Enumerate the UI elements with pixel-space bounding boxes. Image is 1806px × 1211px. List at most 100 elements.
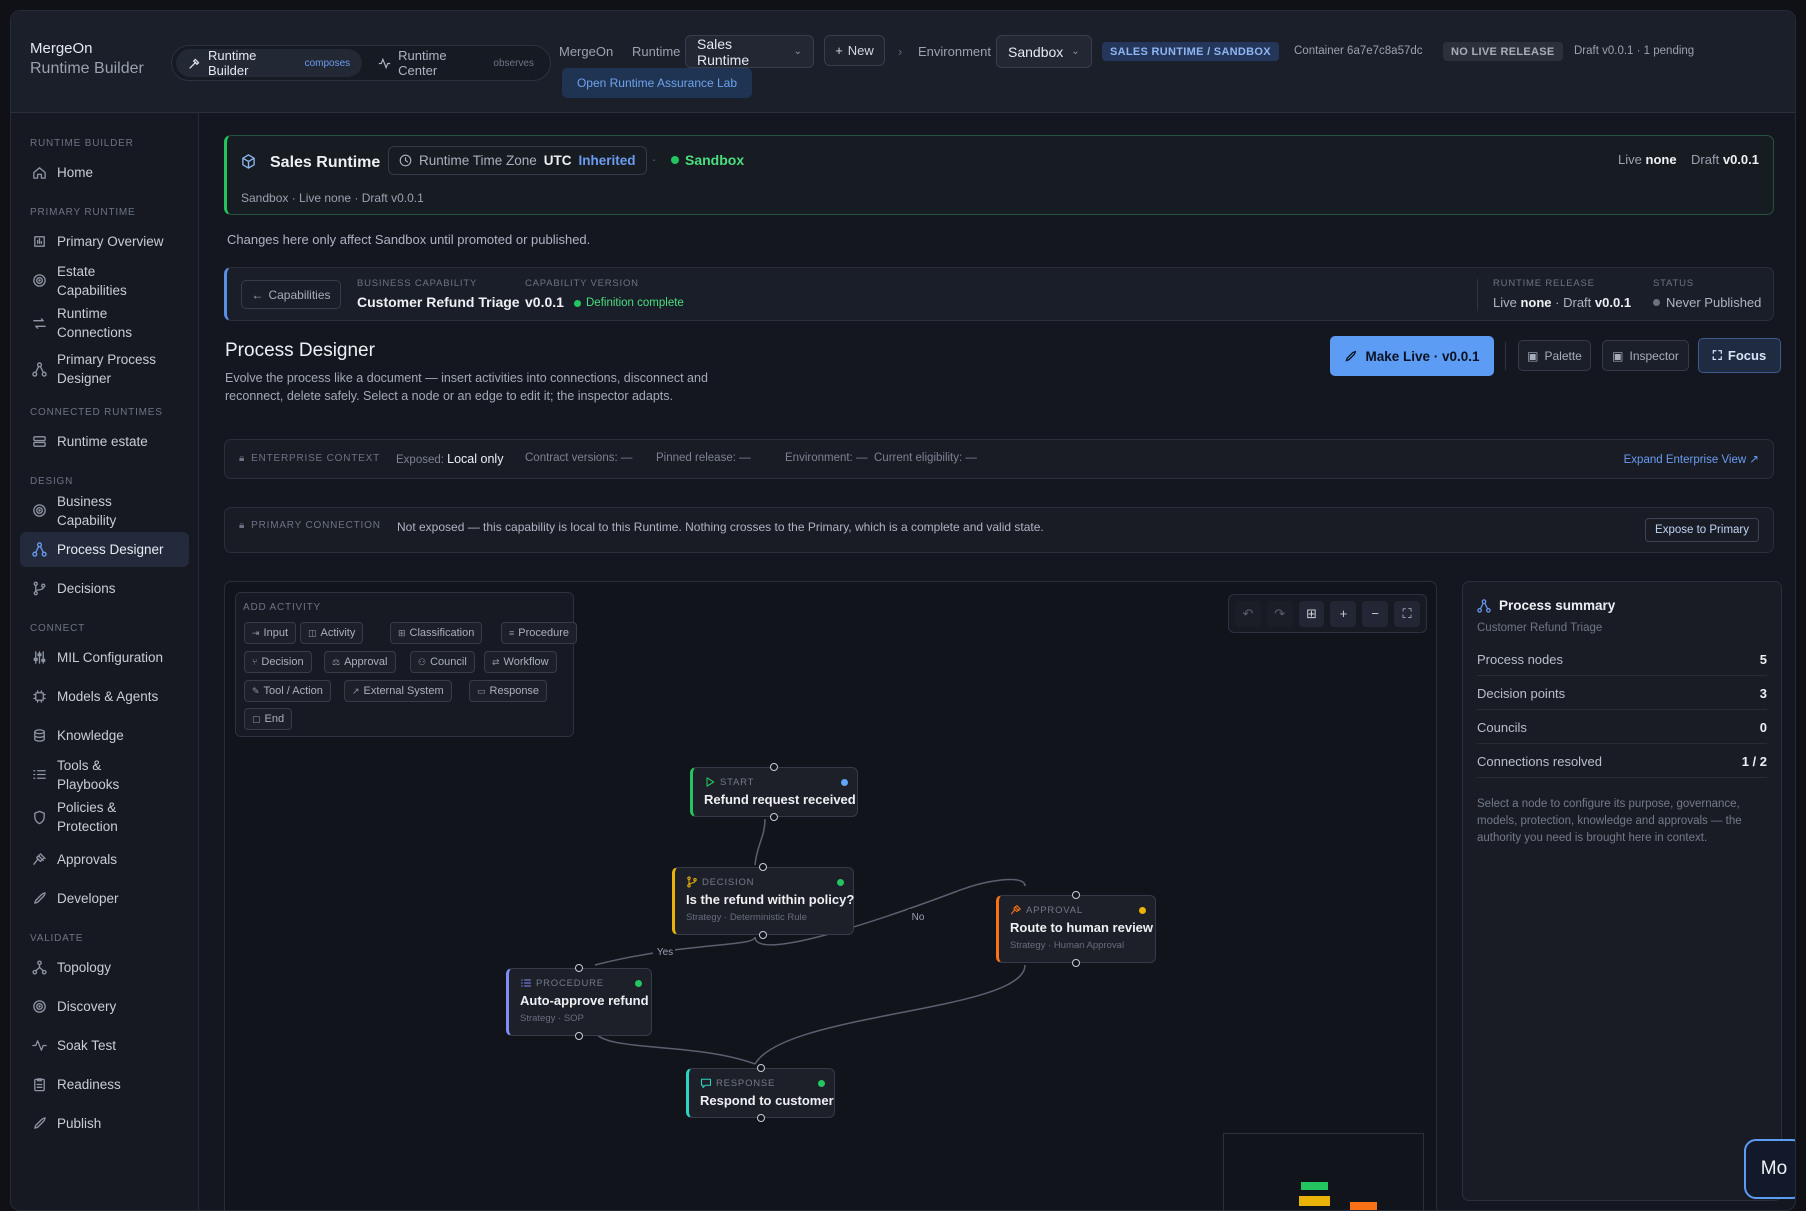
node-port-out[interactable]	[770, 813, 778, 821]
process-summary-panel: Process summary Customer Refund Triage P…	[1462, 581, 1782, 1201]
node-start[interactable]: START Refund request received	[690, 767, 858, 817]
node-port-in[interactable]	[770, 763, 778, 771]
branch-icon	[31, 581, 47, 597]
divider	[1505, 342, 1506, 370]
sidebar-item-models-agents[interactable]: Models & Agents	[20, 679, 189, 714]
runtime-subline: Sandbox · Live none · Draft v0.0.1	[241, 191, 424, 205]
palette-toggle-button[interactable]: ▣ Palette	[1518, 340, 1591, 371]
exposed-label: Exposed:	[396, 454, 444, 466]
node-title: Refund request received	[704, 792, 856, 807]
palette-chip-input[interactable]: ⇥ Input	[244, 622, 297, 644]
breadcrumb-root[interactable]: MergeOn	[559, 44, 613, 59]
node-decision[interactable]: DECISION Is the refund within policy? Stra…	[672, 867, 854, 935]
node-port-out[interactable]	[575, 1032, 583, 1040]
open-assurance-lab-button[interactable]: Open Runtime Assurance Lab	[562, 68, 752, 98]
palette-chip-activity[interactable]: ◫ Activity	[300, 622, 364, 644]
palette-chip-approval[interactable]: ⚖ Approval	[324, 651, 396, 673]
node-port-in[interactable]	[759, 863, 767, 871]
chip-label: Activity	[320, 627, 356, 639]
sidebar-item-approvals[interactable]: Approvals	[20, 842, 189, 877]
sidebar-item-soak-test[interactable]: Soak Test	[20, 1028, 189, 1063]
environment-name: Sandbox	[685, 152, 745, 168]
sidebar-item-primary-process-designer[interactable]: Primary Process Designer	[20, 348, 189, 390]
fit-view-icon[interactable]: ⛶	[1394, 600, 1420, 627]
capability-card: ← Capabilities BUSINESS CAPABILITY Custo…	[224, 267, 1774, 321]
node-response[interactable]: RESPONSE Respond to customer	[686, 1068, 835, 1118]
palette-chip-tool-action[interactable]: ✎ Tool / Action	[244, 680, 331, 702]
palette-chip-council[interactable]: ⚇ Council	[410, 651, 475, 673]
sidebar-item-tools-playbooks[interactable]: Tools & Playbooks	[20, 757, 189, 792]
sidebar-item-process-designer[interactable]: Process Designer	[20, 532, 189, 567]
node-kind: START	[720, 777, 755, 788]
tz-label: Runtime Time Zone	[419, 153, 537, 168]
capability-value: Customer Refund Triage	[357, 294, 520, 310]
rocket-icon	[31, 1116, 47, 1132]
summary-row-value: 5	[1759, 651, 1767, 667]
node-port-in[interactable]	[1072, 891, 1080, 899]
sidebar-item-runtime-estate[interactable]: Runtime estate	[20, 424, 189, 459]
process-canvas[interactable]: ADD ACTIVITY ⇥ Input ◫ Activity ⊞ Classificat…	[224, 581, 1437, 1210]
auto-layout-icon[interactable]: ⊞	[1298, 600, 1325, 627]
edge-label-yes[interactable]: Yes	[657, 947, 673, 958]
node-port-out[interactable]	[756, 1114, 765, 1122]
undo-icon[interactable]: ↶	[1235, 600, 1261, 627]
node-title: Auto-approve refund	[520, 993, 649, 1008]
sidebar-item-discovery[interactable]: Discovery	[20, 989, 189, 1024]
summary-subtitle: Customer Refund Triage	[1477, 622, 1603, 634]
palette-chip-procedure[interactable]: ≡ Procedure	[501, 622, 578, 644]
minimap[interactable]	[1223, 1133, 1424, 1210]
node-status-dot	[635, 980, 642, 987]
sidebar-item-topology[interactable]: Topology	[20, 950, 189, 985]
make-live-button[interactable]: Make Live · v0.0.1	[1330, 336, 1494, 376]
redo-icon[interactable]: ↷	[1266, 600, 1293, 627]
mode-runtime-builder[interactable]: Runtime Builder composes	[176, 48, 363, 78]
palette-chip-end[interactable]: ▢ End	[244, 708, 293, 730]
expose-to-primary-button[interactable]: Expose to Primary	[1645, 518, 1759, 542]
palette-chip-decision[interactable]: ⑂ Decision	[244, 651, 312, 673]
node-port-out[interactable]	[759, 931, 767, 939]
palette-chip-response[interactable]: ▭ Response	[469, 680, 548, 702]
chevron-right-icon: ›	[898, 44, 903, 59]
sidebar-item-business-capability[interactable]: Business Capability	[20, 493, 189, 528]
palette-chip-classification[interactable]: ⊞ Classification	[390, 622, 483, 644]
tz-inherited: Inherited	[578, 153, 636, 168]
arrows-icon	[31, 315, 47, 331]
zoom-out-icon[interactable]: −	[1362, 600, 1389, 627]
expand-enterprise-link[interactable]: Expand Enterprise View ↗	[1624, 452, 1759, 466]
chip-label: End	[264, 713, 285, 725]
tool-action-icon: ✎	[252, 685, 260, 696]
sidebar-item-developer[interactable]: Developer	[20, 881, 189, 916]
sidebar-item-policies-protection[interactable]: Policies & Protection	[20, 796, 189, 838]
palette-chip-external-system[interactable]: ↗ External System	[344, 680, 452, 702]
node-port-in[interactable]	[756, 1064, 765, 1072]
sidebar-item-mil-configuration[interactable]: MIL Configuration	[20, 640, 189, 675]
node-port-in[interactable]	[575, 964, 583, 972]
edge-label-no[interactable]: No	[912, 912, 925, 923]
sidebar-item-publish[interactable]: Publish	[20, 1106, 189, 1141]
environment-select[interactable]: Sandbox ⌄	[996, 35, 1092, 68]
new-runtime-button[interactable]: + New	[824, 35, 885, 66]
sidebar-item-decisions[interactable]: Decisions	[20, 571, 189, 606]
sidebar-item-knowledge[interactable]: Knowledge	[20, 718, 189, 753]
focus-button[interactable]: ⛶ Focus	[1698, 338, 1781, 373]
assistant-button[interactable]: Mo	[1744, 1139, 1795, 1199]
back-to-capabilities-button[interactable]: ← Capabilities	[241, 280, 341, 309]
runtime-timezone[interactable]: Runtime Time Zone UTC Inherited	[388, 146, 647, 175]
sidebar-item-estate-capabilities[interactable]: Estate Capabilities	[20, 263, 189, 298]
sidebar-item-home[interactable]: Home	[20, 155, 189, 190]
node-port-out[interactable]	[1072, 959, 1080, 967]
sidebar-item-runtime-connections[interactable]: Runtime Connections	[20, 302, 189, 344]
mode-runtime-center[interactable]: Runtime Center observes	[366, 48, 546, 78]
inspector-toggle-button[interactable]: ▣ Inspector	[1602, 340, 1689, 371]
environment-field: Environment: —	[785, 452, 867, 464]
sidebar-item-readiness[interactable]: Readiness	[20, 1067, 189, 1102]
release-value: Live none · Draft v0.0.1	[1493, 295, 1631, 310]
palette-chip-workflow[interactable]: ⇄ Workflow	[484, 651, 557, 673]
zoom-in-icon[interactable]: +	[1330, 600, 1357, 627]
node-procedure[interactable]: PROCEDURE Auto-approve refund Strategy · S…	[506, 968, 652, 1036]
runtime-select[interactable]: Sales Runtime ⌄	[685, 35, 814, 68]
sidebar-item-primary-overview[interactable]: Primary Overview	[20, 224, 189, 259]
minimap-node	[1299, 1196, 1330, 1206]
node-approval[interactable]: APPROVAL Route to human review Strategy · …	[996, 895, 1156, 963]
node-title: Route to human review	[1010, 920, 1154, 935]
